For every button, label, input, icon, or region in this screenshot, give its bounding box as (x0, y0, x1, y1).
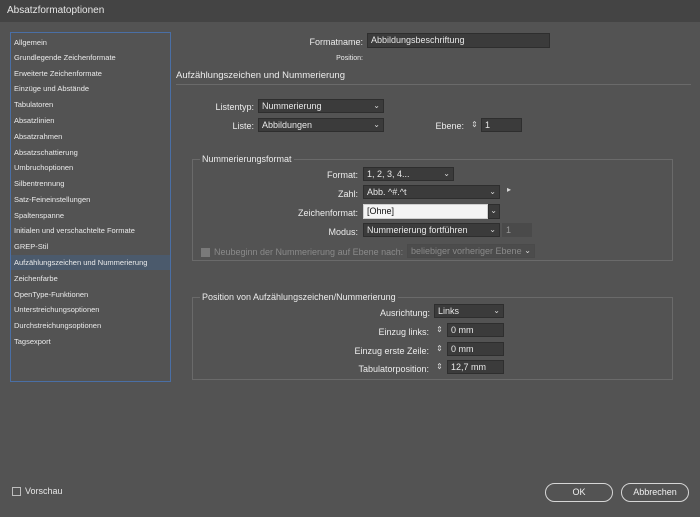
liste-select[interactable]: Abbildungen ⌄ (258, 118, 384, 132)
sidebar-item-einzuege-abstaende[interactable]: Einzüge und Abstände (11, 81, 170, 96)
listentyp-value: Nummerierung (262, 101, 322, 111)
ausrichtung-label: Ausrichtung: (379, 308, 430, 318)
modus-select[interactable]: Nummerierung fortführen ⌄ (363, 223, 500, 237)
window-title: Absatzformatoptionen (7, 5, 105, 16)
zahl-value: Abb. ^#.^t (367, 187, 407, 197)
insert-special-arrow-icon[interactable]: ▸ (507, 185, 511, 194)
einzug-links-stepper-icon[interactable]: ⇕ (434, 323, 445, 337)
sidebar-item-durchstreichungsoptionen[interactable]: Durchstreichungsoptionen (11, 318, 170, 333)
vorschau-checkbox[interactable] (12, 487, 21, 496)
section-title: Aufzählungszeichen und Nummerierung (176, 70, 345, 81)
ausrichtung-value: Links (438, 306, 460, 316)
chevron-down-icon: ⌄ (493, 306, 500, 315)
restart-checkbox[interactable] (201, 248, 210, 257)
listentyp-label: Listentyp: (215, 102, 254, 112)
einzug-erste-label: Einzug erste Zeile: (354, 346, 429, 356)
sidebar-item-unterstreichungsoptionen[interactable]: Unterstreichungsoptionen (11, 302, 170, 317)
position-group-title: Position von Aufzählungszeichen/Nummerie… (200, 292, 398, 302)
formatname-label: Formatname: (309, 37, 363, 47)
chevron-down-icon: ⌄ (524, 246, 531, 255)
modus-value: Nummerierung fortführen (367, 225, 468, 235)
modus-start-number[interactable]: 1 (502, 223, 532, 237)
sidebar-item-allgemein[interactable]: Allgemein (11, 35, 170, 50)
chevron-down-icon: ⌄ (489, 225, 496, 234)
zahl-input[interactable]: Abb. ^#.^t ⌄ (363, 185, 500, 199)
cancel-button[interactable]: Abbrechen (621, 483, 689, 502)
chevron-down-icon: ⌄ (490, 206, 497, 215)
ebene-label: Ebene: (435, 121, 464, 131)
zahl-label: Zahl: (337, 189, 358, 199)
zeichenformat-field[interactable]: [Ohne] (363, 204, 488, 219)
format-value: 1, 2, 3, 4... (367, 169, 410, 179)
sidebar-item-initialen[interactable]: Initialen und verschachtelte Formate (11, 223, 170, 238)
category-list[interactable]: Allgemein Grundlegende Zeichenformate Er… (10, 32, 171, 382)
restart-label: Neubeginn der Nummerierung auf Ebene nac… (214, 247, 404, 257)
liste-label: Liste: (232, 121, 254, 131)
ausrichtung-select[interactable]: Links ⌄ (434, 304, 504, 318)
position-group (192, 297, 673, 380)
sidebar-item-spaltenspanne[interactable]: Spaltenspanne (11, 208, 170, 223)
title-bar: Absatzformatoptionen (0, 0, 700, 22)
einzug-links-input[interactable]: 0 mm (447, 323, 504, 337)
sidebar-item-erweiterte-zeichenformate[interactable]: Erweiterte Zeichenformate (11, 66, 170, 81)
einzug-erste-stepper-icon[interactable]: ⇕ (434, 342, 445, 356)
vorschau-label: Vorschau (25, 486, 63, 496)
einzug-links-label: Einzug links: (378, 327, 429, 337)
chevron-down-icon: ⌄ (373, 120, 380, 129)
zeichenformat-dropdown[interactable]: ⌄ (488, 204, 500, 219)
chevron-down-icon: ⌄ (443, 169, 450, 178)
sidebar-item-grep-stil[interactable]: GREP-Stil (11, 239, 170, 254)
ebene-stepper-icon[interactable]: ⇕ (469, 118, 480, 132)
einzug-erste-input[interactable]: 0 mm (447, 342, 504, 356)
tabulatorposition-input[interactable]: 12,7 mm (447, 360, 504, 374)
sidebar-item-grundlegende-zeichenformate[interactable]: Grundlegende Zeichenformate (11, 50, 170, 65)
sidebar-item-tagsexport[interactable]: Tagsexport (11, 334, 170, 349)
restart-level-value: beliebiger vorheriger Ebene (411, 246, 522, 256)
formatname-input[interactable]: Abbildungsbeschriftung (367, 33, 550, 48)
sidebar-item-satz-feineinstellungen[interactable]: Satz-Feineinstellungen (11, 192, 170, 207)
tabulatorposition-stepper-icon[interactable]: ⇕ (434, 360, 445, 374)
sidebar-item-aufzaehlung-nummerierung[interactable]: Aufzählungszeichen und Nummerierung (11, 255, 170, 270)
sidebar-item-opentype-funktionen[interactable]: OpenType-Funktionen (11, 287, 170, 302)
modus-label: Modus: (328, 227, 358, 237)
section-divider (176, 84, 691, 85)
format-select[interactable]: 1, 2, 3, 4... ⌄ (363, 167, 454, 181)
ebene-input[interactable]: 1 (481, 118, 522, 132)
zeichenformat-label: Zeichenformat: (297, 208, 358, 218)
sidebar-item-absatzlinien[interactable]: Absatzlinien (11, 113, 170, 128)
chevron-down-icon: ⌄ (489, 187, 496, 196)
listentyp-select[interactable]: Nummerierung ⌄ (258, 99, 384, 113)
ok-button[interactable]: OK (545, 483, 613, 502)
format-label: Format: (326, 170, 358, 180)
numbering-format-title: Nummerierungsformat (200, 154, 294, 164)
liste-value: Abbildungen (262, 120, 313, 130)
sidebar-item-zeichenfarbe[interactable]: Zeichenfarbe (11, 271, 170, 286)
sidebar-item-absatzschattierung[interactable]: Absatzschattierung (11, 145, 170, 160)
tabulatorposition-label: Tabulatorposition: (358, 364, 429, 374)
restart-level-select[interactable]: beliebiger vorheriger Ebene ⌄ (407, 244, 535, 258)
position-label: Position: (336, 55, 363, 62)
sidebar-item-umbruchoptionen[interactable]: Umbruchoptionen (11, 160, 170, 175)
sidebar-item-absatzrahmen[interactable]: Absatzrahmen (11, 129, 170, 144)
sidebar-item-silbentrennung[interactable]: Silbentrennung (11, 176, 170, 191)
chevron-down-icon: ⌄ (373, 101, 380, 110)
sidebar-item-tabulatoren[interactable]: Tabulatoren (11, 97, 170, 112)
